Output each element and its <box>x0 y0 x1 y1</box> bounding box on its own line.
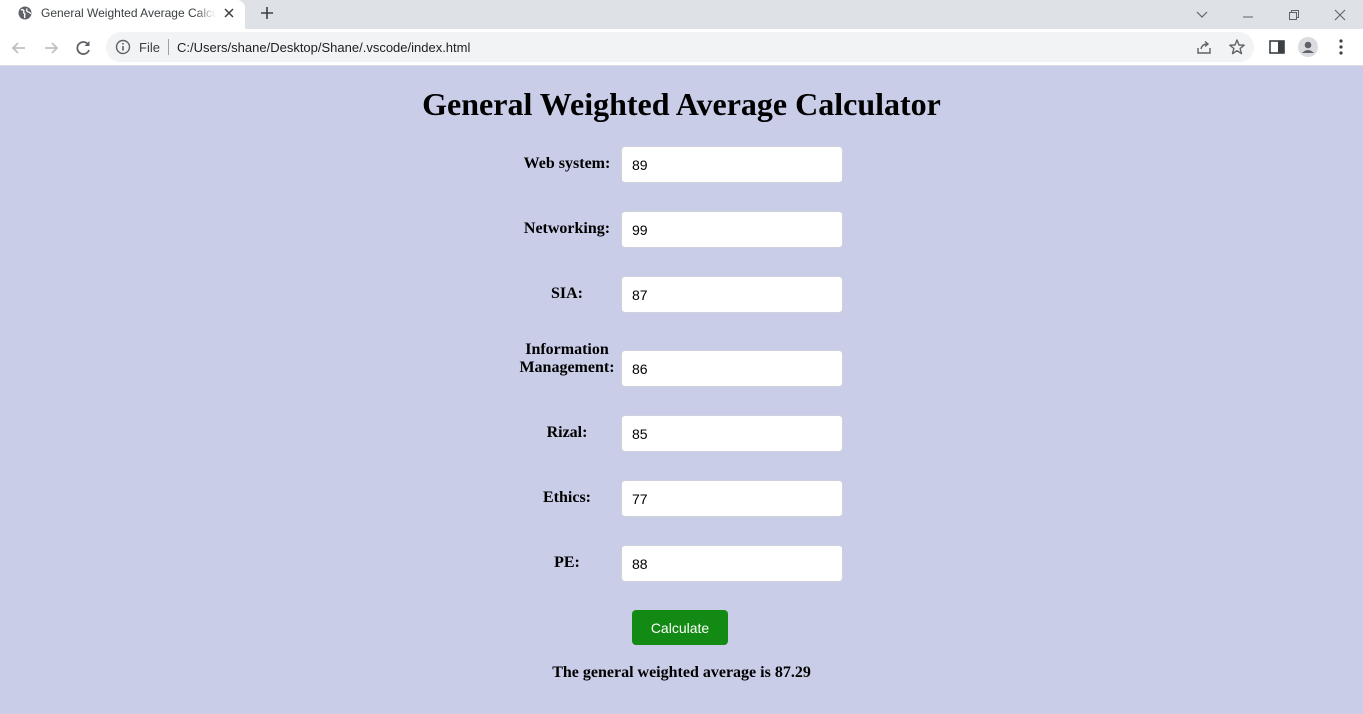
sia-label: SIA: <box>550 285 583 302</box>
address-url[interactable]: C:/Users/shane/Desktop/Shane/.vscode/ind… <box>177 40 470 55</box>
rizal-input[interactable] <box>621 415 843 452</box>
back-arrow-icon[interactable] <box>8 37 30 59</box>
web-system-label: Web system: <box>523 155 611 172</box>
restore-icon <box>1289 9 1299 20</box>
web-system-input[interactable] <box>621 146 843 183</box>
more-options-icon[interactable] <box>1331 37 1351 57</box>
networking-label: Networking: <box>523 220 611 237</box>
address-bar[interactable]: File C:/Users/shane/Desktop/Shane/.vscod… <box>106 32 1254 62</box>
address-divider <box>168 39 169 55</box>
close-tab-icon[interactable] <box>221 5 237 21</box>
minimize-button[interactable] <box>1225 0 1271 29</box>
reload-icon[interactable] <box>72 37 94 59</box>
side-panel-icon[interactable] <box>1267 37 1287 57</box>
pe-input[interactable] <box>621 545 843 582</box>
bookmark-star-icon[interactable] <box>1228 38 1246 56</box>
new-tab-icon[interactable] <box>257 3 277 23</box>
minimize-icon <box>1243 16 1253 17</box>
forward-arrow-icon[interactable] <box>40 37 62 59</box>
close-icon <box>1334 9 1346 20</box>
information-management-label: Information Management: <box>519 341 615 376</box>
rizal-label: Rizal: <box>546 424 588 441</box>
browser-tab[interactable]: General Weighted Average Calculator <box>0 0 245 29</box>
profile-avatar-icon[interactable] <box>1298 37 1318 57</box>
information-management-input[interactable] <box>621 350 843 387</box>
restore-button[interactable] <box>1271 0 1317 29</box>
page-title: General Weighted Average Calculator <box>422 86 941 122</box>
globe-icon <box>18 6 32 20</box>
calculate-button[interactable]: Calculate <box>632 610 728 645</box>
tab-title-fade <box>196 2 216 24</box>
pe-label: PE: <box>554 554 580 571</box>
address-scheme: File <box>139 40 160 55</box>
tab-search-button[interactable] <box>1179 0 1225 29</box>
tab-strip: General Weighted Average Calculator <box>0 0 1363 29</box>
info-icon[interactable] <box>115 39 131 55</box>
chevron-down-icon <box>1196 11 1208 18</box>
networking-input[interactable] <box>621 211 843 248</box>
sia-input[interactable] <box>621 276 843 313</box>
close-window-button[interactable] <box>1317 0 1363 29</box>
ethics-label: Ethics: <box>543 489 591 506</box>
ethics-input[interactable] <box>621 480 843 517</box>
tab-title: General Weighted Average Calculator <box>41 6 216 20</box>
result-text: The general weighted average is 87.29 <box>552 664 811 681</box>
share-icon[interactable] <box>1196 39 1212 55</box>
browser-toolbar: File C:/Users/shane/Desktop/Shane/.vscod… <box>0 29 1363 66</box>
